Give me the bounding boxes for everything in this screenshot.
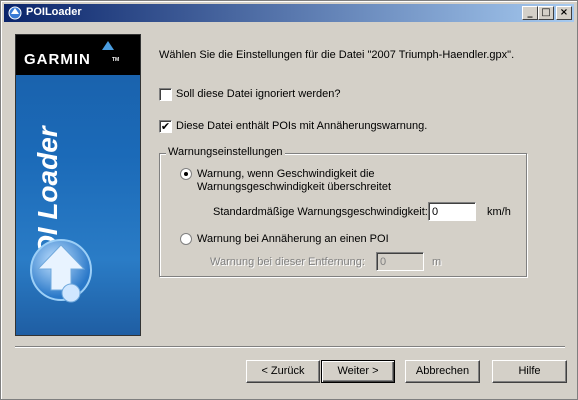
proximity-checkbox[interactable]: ✔ bbox=[159, 120, 172, 133]
poiloader-window: POILoader _ □ × GARMIN TM POI Loader Wäh… bbox=[0, 0, 578, 400]
distance-label: Warnung bei dieser Entfernung: bbox=[210, 256, 365, 268]
speed-warning-label-line1: Warnung, wenn Geschwindigkeit die bbox=[197, 168, 375, 180]
speed-warning-radio[interactable] bbox=[180, 168, 192, 180]
checkmark-icon: ✔ bbox=[160, 120, 171, 133]
globe-arrow-icon bbox=[30, 239, 92, 303]
approach-warning-label: Warnung bei Annäherung an einen POI bbox=[197, 233, 389, 245]
title-bar: POILoader _ □ × bbox=[4, 4, 574, 22]
app-icon bbox=[8, 6, 22, 20]
approach-warning-radio[interactable] bbox=[180, 233, 192, 245]
warning-settings-title: Warnungseinstellungen bbox=[166, 146, 285, 158]
speed-warning-label-line2: Warnungsgeschwindigkeit überschreitet bbox=[197, 181, 392, 193]
cancel-button[interactable]: Abbrechen bbox=[405, 360, 480, 383]
ignore-file-label: Soll diese Datei ignoriert werden? bbox=[176, 88, 341, 100]
minimize-button[interactable]: _ bbox=[522, 6, 538, 20]
default-speed-input[interactable] bbox=[428, 202, 476, 221]
proximity-label: Diese Datei enthält POIs mit Annäherungs… bbox=[176, 120, 428, 132]
button-separator bbox=[15, 346, 565, 348]
trademark-mark: TM bbox=[112, 57, 120, 63]
distance-input[interactable] bbox=[376, 252, 424, 271]
speed-unit: km/h bbox=[487, 206, 511, 218]
garmin-logo-text: GARMIN bbox=[24, 51, 91, 68]
ignore-file-checkbox[interactable] bbox=[159, 88, 172, 101]
window-title: POILoader bbox=[26, 6, 82, 18]
help-button[interactable]: Hilfe bbox=[492, 360, 567, 383]
close-icon: × bbox=[559, 7, 569, 18]
garmin-banner: GARMIN TM POI Loader bbox=[15, 34, 141, 336]
distance-unit: m bbox=[432, 256, 442, 268]
minimize-icon: _ bbox=[527, 7, 533, 18]
intro-text: Wählen Sie die Einstellungen für die Dat… bbox=[159, 49, 515, 61]
maximize-button[interactable]: □ bbox=[538, 6, 554, 20]
close-button[interactable]: × bbox=[556, 6, 572, 20]
maximize-icon: □ bbox=[541, 7, 551, 18]
radio-selected-dot bbox=[184, 172, 188, 176]
back-button[interactable]: < Zurück bbox=[246, 360, 320, 383]
garmin-logo-triangle-icon bbox=[102, 41, 114, 50]
next-button[interactable]: Weiter > bbox=[321, 360, 395, 383]
garmin-logo-bar: GARMIN TM bbox=[16, 35, 140, 75]
default-speed-label: Standardmäßige Warnungsgeschwindigkeit: bbox=[213, 206, 428, 218]
